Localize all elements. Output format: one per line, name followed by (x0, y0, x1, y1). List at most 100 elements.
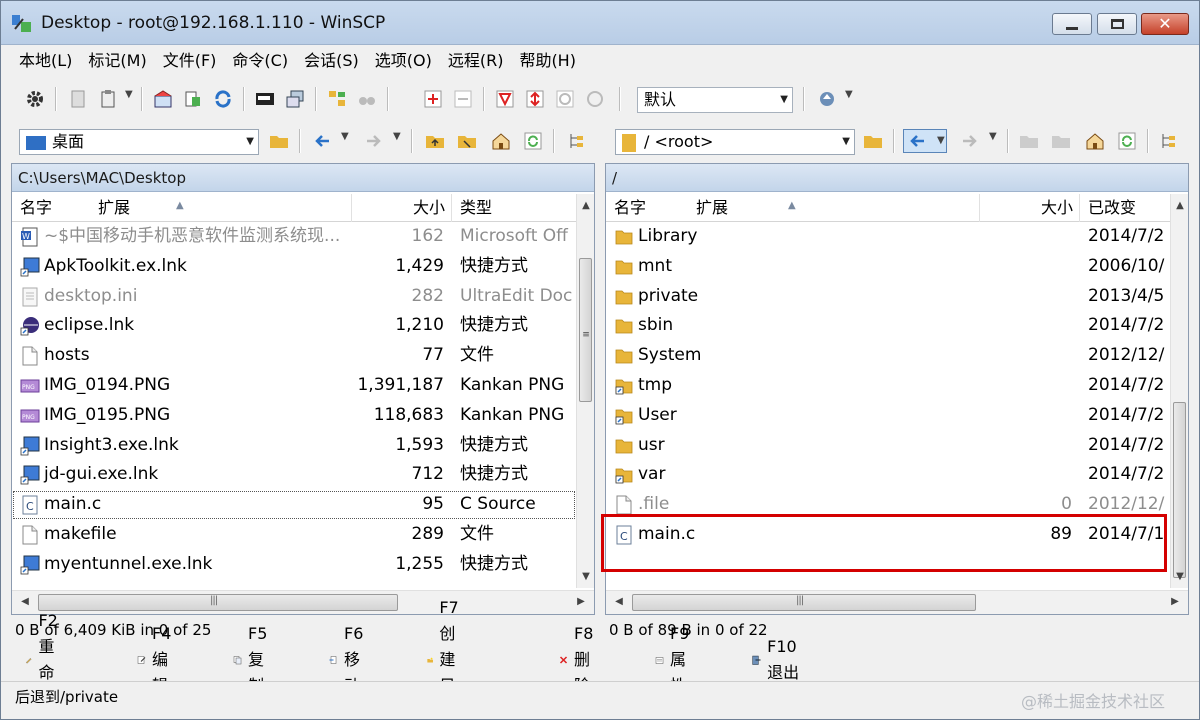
file-row[interactable]: mnt 2006/10/ (606, 252, 1170, 282)
scroll-up-icon[interactable]: ▲ (1171, 200, 1189, 211)
forward-arrow-icon[interactable] (361, 129, 385, 153)
local-file-panel[interactable]: C:\Users\MAC\Desktop 名字 扩展 ▲ 大小 类型 W ~$中国… (11, 163, 595, 615)
remote-hscroll-thumb[interactable] (632, 594, 976, 611)
f6-move-button[interactable]: F6 移动 (329, 624, 372, 695)
f2-rename-button[interactable]: F2 重命名 (25, 611, 68, 708)
menu-commands[interactable]: 命令(C) (224, 49, 296, 73)
invert-selection-icon[interactable] (523, 87, 547, 111)
file-row[interactable]: User 2014/7/2 (606, 401, 1170, 431)
column-size[interactable]: 大小 (352, 194, 452, 222)
select-minus-icon[interactable] (451, 87, 475, 111)
select-plus-icon[interactable] (421, 87, 445, 111)
maximize-button[interactable] (1097, 13, 1137, 35)
menu-mark[interactable]: 标记(M) (80, 49, 154, 73)
transfer-settings-icon[interactable] (815, 87, 839, 111)
f4-edit-button[interactable]: F4 编辑 (137, 624, 180, 695)
title-bar[interactable]: Desktop - root@192.168.1.110 - WinSCP ✕ (1, 1, 1199, 45)
file-row[interactable]: Library 2014/7/2 (606, 222, 1170, 252)
home-icon[interactable] (1083, 129, 1107, 153)
file-row[interactable]: Cmain.c 95 C Source (12, 490, 576, 520)
scroll-down-icon[interactable]: ▼ (577, 571, 595, 582)
f7-create-dir-button[interactable]: F7 创建目录 (427, 598, 470, 720)
remote-location-combo[interactable]: / <root> ▼ (615, 129, 855, 155)
f10-exit-button[interactable]: F10 退出 (751, 637, 805, 682)
session-preset-combo[interactable]: 默认 ▼ (637, 87, 793, 113)
clipboard-dropdown-icon[interactable]: ▼ (125, 89, 133, 100)
console-icon[interactable] (253, 87, 277, 111)
file-row[interactable]: usr 2014/7/2 (606, 431, 1170, 461)
back-dropdown-icon[interactable]: ▼ (937, 135, 945, 146)
column-name[interactable]: 名字 扩展 ▲ (12, 194, 352, 222)
back-arrow-icon[interactable] (311, 129, 335, 153)
file-row[interactable]: PNG IMG_0194.PNG 1,391,187 Kankan PNG (12, 371, 576, 401)
column-changed[interactable]: 已改变 (1080, 194, 1172, 222)
scroll-left-icon[interactable]: ◀ (16, 596, 34, 607)
file-row[interactable]: myentunnel.exe.lnk 1,255 快捷方式 (12, 550, 576, 580)
file-row[interactable]: sbin 2014/7/2 (606, 311, 1170, 341)
f9-properties-button[interactable]: F9 属性 (655, 624, 698, 695)
root-folder-icon[interactable] (455, 129, 479, 153)
f8-delete-button[interactable]: F8 删除 (559, 624, 602, 695)
back-dropdown-icon[interactable]: ▼ (341, 131, 349, 142)
minimize-button[interactable] (1052, 13, 1092, 35)
refresh-icon[interactable] (1115, 129, 1139, 153)
forward-dropdown-icon[interactable]: ▼ (393, 131, 401, 142)
local-vertical-scrollbar[interactable]: ▲ ≡ ▼ (576, 194, 594, 588)
file-row[interactable]: tmp 2014/7/2 (606, 371, 1170, 401)
putty-icon[interactable] (283, 87, 307, 111)
scroll-down-icon[interactable]: ▼ (1171, 571, 1189, 582)
new-session-icon[interactable] (151, 87, 175, 111)
scroll-up-icon[interactable]: ▲ (577, 200, 595, 211)
transfer-settings-dropdown-icon[interactable]: ▼ (845, 89, 853, 100)
file-row[interactable]: PNG IMG_0195.PNG 118,683 Kankan PNG (12, 401, 576, 431)
file-row[interactable]: var 2014/7/2 (606, 460, 1170, 490)
file-row[interactable]: W ~$中国移动手机恶意软件监测系统现... 162 Microsoft Off (12, 222, 576, 252)
local-horizontal-scrollbar[interactable]: ◀ ||| ▶ (12, 590, 594, 614)
file-row[interactable]: makefile 289 文件 (12, 520, 576, 550)
scroll-left-icon[interactable]: ◀ (610, 596, 628, 607)
menu-options[interactable]: 选项(O) (367, 49, 440, 73)
sync-browse-icon[interactable] (181, 87, 205, 111)
home-icon[interactable] (489, 129, 513, 153)
parent-folder-icon[interactable] (423, 129, 447, 153)
chevron-down-icon[interactable]: ▼ (842, 130, 850, 154)
root-folder-icon[interactable] (1049, 129, 1073, 153)
menu-file[interactable]: 文件(F) (155, 49, 225, 73)
parent-folder-icon[interactable] (1017, 129, 1041, 153)
file-row[interactable]: ApkToolkit.ex.lnk 1,429 快捷方式 (12, 252, 576, 282)
find-files-icon[interactable] (355, 87, 379, 111)
remote-vscroll-thumb[interactable] (1173, 402, 1186, 578)
menu-remote[interactable]: 远程(R) (440, 49, 512, 73)
tree-view-icon[interactable] (565, 129, 589, 153)
local-path-bar[interactable]: C:\Users\MAC\Desktop (12, 164, 594, 192)
file-row[interactable]: desktop.ini 282 UltraEdit Doc (12, 282, 576, 312)
f5-copy-button[interactable]: F5 复制 (233, 624, 276, 695)
file-row[interactable]: eclipse.lnk 1,210 快捷方式 (12, 311, 576, 341)
column-name[interactable]: 名字 扩展 ▲ (606, 194, 980, 222)
column-size[interactable]: 大小 (980, 194, 1080, 222)
menu-local[interactable]: 本地(L) (11, 49, 80, 73)
open-folder-icon[interactable] (267, 129, 291, 153)
remote-horizontal-scrollbar[interactable]: ◀ ||| ▶ (606, 590, 1188, 614)
refresh-icon[interactable] (521, 129, 545, 153)
clipboard-icon[interactable] (97, 87, 121, 111)
close-button[interactable]: ✕ (1141, 13, 1189, 35)
remote-path-bar[interactable]: / (606, 164, 1188, 192)
menu-session[interactable]: 会话(S) (296, 49, 367, 73)
clear-selection-icon[interactable] (553, 87, 577, 111)
open-folder-icon[interactable] (861, 129, 885, 153)
local-hscroll-thumb[interactable] (38, 594, 398, 611)
chevron-down-icon[interactable]: ▼ (246, 130, 254, 154)
menu-help[interactable]: 帮助(H) (511, 49, 584, 73)
file-row[interactable]: hosts 77 文件 (12, 341, 576, 371)
file-row[interactable]: jd-gui.exe.lnk 712 快捷方式 (12, 460, 576, 490)
column-type[interactable]: 类型 (452, 194, 578, 222)
file-row[interactable]: Insight3.exe.lnk 1,593 快捷方式 (12, 431, 576, 461)
reset-icon[interactable] (583, 87, 607, 111)
file-row[interactable]: System 2012/12/ (606, 341, 1170, 371)
tree-view-icon[interactable] (1157, 129, 1181, 153)
chevron-down-icon[interactable]: ▼ (780, 88, 788, 112)
scroll-right-icon[interactable]: ▶ (1166, 596, 1184, 607)
queue-icon[interactable] (67, 87, 91, 111)
remote-vertical-scrollbar[interactable]: ▲ ▼ (1170, 194, 1188, 588)
